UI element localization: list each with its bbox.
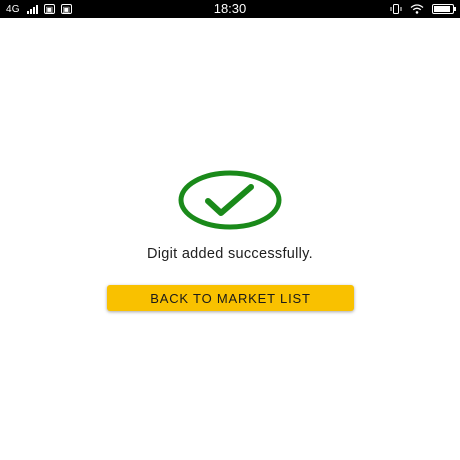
battery-fill (434, 6, 451, 12)
back-to-market-list-button[interactable]: BACK TO MARKET LIST (107, 285, 354, 311)
success-message: Digit added successfully. (146, 246, 313, 262)
battery-icon (432, 4, 456, 14)
status-bar: 4G ▣ ▣ 18:30 (0, 0, 460, 18)
status-bar-right (390, 0, 456, 18)
wifi-icon (410, 4, 424, 14)
check-circle-icon (178, 170, 282, 230)
vibrate-icon (390, 4, 402, 14)
